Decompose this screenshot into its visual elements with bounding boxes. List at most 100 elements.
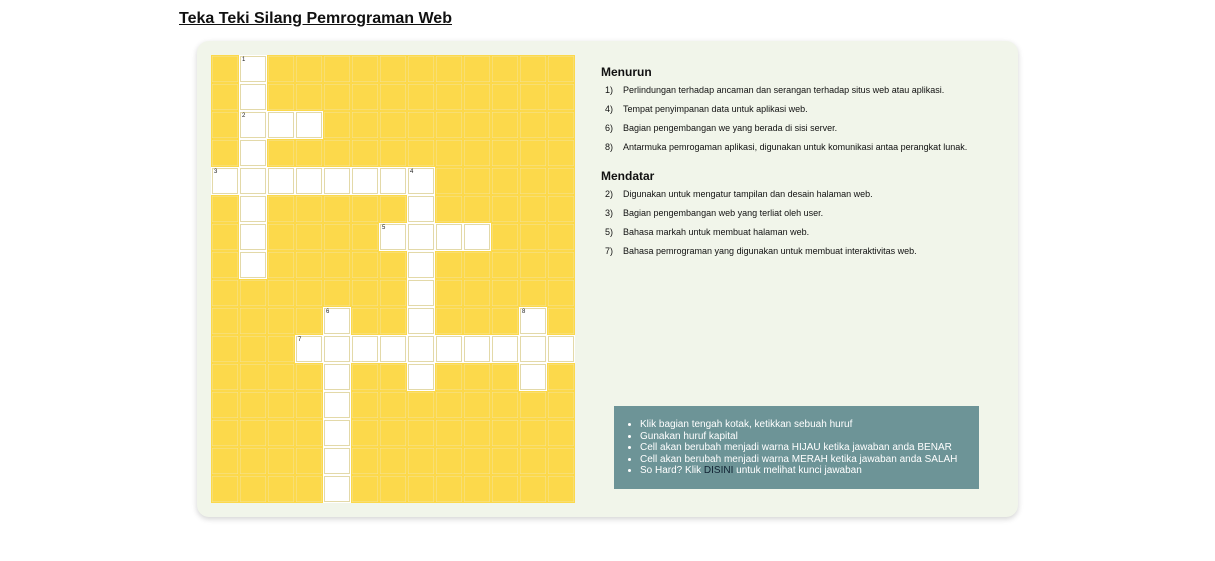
crossword-cell-blocked (463, 279, 491, 307)
crossword-cell-input[interactable] (323, 167, 351, 195)
crossword-cell-blocked (463, 391, 491, 419)
crossword-cell-blocked (547, 391, 575, 419)
crossword-cell-blocked (211, 475, 239, 503)
crossword-cell-blocked (351, 419, 379, 447)
crossword-cell-input[interactable] (323, 419, 351, 447)
crossword-cell-blocked (211, 419, 239, 447)
crossword-cell-input[interactable] (239, 223, 267, 251)
crossword-cell-blocked (211, 83, 239, 111)
crossword-cell-blocked (295, 307, 323, 335)
crossword-cell-input[interactable] (351, 335, 379, 363)
crossword-cell-blocked (519, 167, 547, 195)
crossword-cell-blocked (379, 279, 407, 307)
crossword-cell-input[interactable] (379, 167, 407, 195)
crossword-cell-input[interactable] (407, 335, 435, 363)
crossword-cell-blocked (519, 55, 547, 83)
clue-text: Bagian pengembangan web yang terliat ole… (623, 208, 824, 218)
crossword-cell-blocked (351, 363, 379, 391)
crossword-cell-blocked (267, 83, 295, 111)
answer-key-link[interactable]: DISINI (704, 465, 733, 476)
crossword-cell-input[interactable] (463, 335, 491, 363)
crossword-cell-blocked (519, 195, 547, 223)
crossword-cell-blocked (239, 475, 267, 503)
crossword-cell-input[interactable] (323, 447, 351, 475)
crossword-cell-input[interactable] (267, 167, 295, 195)
crossword-cell-input[interactable] (323, 335, 351, 363)
crossword-cell-blocked (547, 475, 575, 503)
crossword-cell-input[interactable] (519, 363, 547, 391)
crossword-cell-input[interactable] (323, 391, 351, 419)
crossword-cell-blocked (211, 223, 239, 251)
crossword-cell-input[interactable]: 7 (295, 335, 323, 363)
crossword-cell-blocked (379, 83, 407, 111)
crossword-cell-input[interactable] (323, 363, 351, 391)
crossword-cell-blocked (491, 447, 519, 475)
down-clue-1: 1) Perlindungan terhadap ancaman dan ser… (601, 85, 1001, 95)
crossword-cell-input[interactable] (463, 223, 491, 251)
clue-text: Tempat penyimpanan data untuk aplikasi w… (623, 104, 808, 114)
clue-number-label: 7 (298, 337, 302, 343)
clue-text: Antarmuka pemrogaman aplikasi, digunakan… (623, 142, 968, 152)
crossword-cell-input[interactable] (295, 111, 323, 139)
crossword-cell-blocked (435, 167, 463, 195)
crossword-cell-blocked (547, 111, 575, 139)
crossword-cell-blocked (463, 55, 491, 83)
clue-text: Digunakan untuk mengatur tampilan dan de… (623, 189, 873, 199)
crossword-cell-input[interactable]: 5 (379, 223, 407, 251)
crossword-cell-blocked (379, 139, 407, 167)
crossword-cell-input[interactable] (407, 195, 435, 223)
crossword-cell-input[interactable] (267, 111, 295, 139)
crossword-cell-blocked (351, 223, 379, 251)
crossword-cell-input[interactable]: 2 (239, 111, 267, 139)
clue-number-label: 2 (242, 113, 246, 119)
crossword-cell-input[interactable] (239, 167, 267, 195)
crossword-cell-input[interactable] (407, 307, 435, 335)
crossword-cell-input[interactable]: 1 (239, 55, 267, 83)
crossword-cell-input[interactable] (407, 279, 435, 307)
crossword-cell-input[interactable] (239, 83, 267, 111)
crossword-cell-input[interactable]: 6 (323, 307, 351, 335)
crossword-cell-blocked (267, 475, 295, 503)
crossword-cell-input[interactable] (239, 195, 267, 223)
crossword-cell-blocked (211, 307, 239, 335)
crossword-cell-input[interactable] (407, 363, 435, 391)
crossword-cell-input[interactable] (519, 335, 547, 363)
crossword-cell-input[interactable] (491, 335, 519, 363)
crossword-cell-input[interactable] (407, 251, 435, 279)
crossword-cell-input[interactable] (239, 251, 267, 279)
crossword-cell-input[interactable]: 3 (211, 167, 239, 195)
crossword-cell-blocked (239, 419, 267, 447)
down-clue-8: 8) Antarmuka pemrogaman aplikasi, diguna… (601, 142, 1001, 152)
crossword-cell-blocked (267, 223, 295, 251)
crossword-cell-input[interactable] (323, 475, 351, 503)
crossword-cell-blocked (491, 363, 519, 391)
crossword-cell-blocked (211, 251, 239, 279)
page-title: Teka Teki Silang Pemrograman Web (179, 10, 452, 27)
crossword-cell-input[interactable]: 4 (407, 167, 435, 195)
crossword-cell-blocked (547, 223, 575, 251)
crossword-cell-input[interactable] (407, 223, 435, 251)
crossword-cell-input[interactable] (547, 335, 575, 363)
crossword-cell-input[interactable] (379, 335, 407, 363)
clue-number: 3) (605, 208, 614, 218)
crossword-cell-input[interactable] (435, 223, 463, 251)
crossword-cell-blocked (295, 195, 323, 223)
crossword-cell-input[interactable] (351, 167, 379, 195)
crossword-cell-blocked (491, 223, 519, 251)
crossword-cell-blocked (463, 419, 491, 447)
crossword-cell-blocked (211, 279, 239, 307)
crossword-cell-blocked (491, 419, 519, 447)
crossword-cell-blocked (435, 279, 463, 307)
crossword-cell-blocked (323, 55, 351, 83)
crossword-cell-input[interactable] (239, 139, 267, 167)
clue-text: Bahasa markah untuk membuat halaman web. (623, 227, 810, 237)
crossword-cell-input[interactable] (295, 167, 323, 195)
down-clue-list: 1) Perlindungan terhadap ancaman dan ser… (601, 85, 1001, 152)
crossword-cell-blocked (351, 391, 379, 419)
crossword-cell-blocked (323, 279, 351, 307)
clue-text: Perlindungan terhadap ancaman dan serang… (623, 85, 945, 95)
crossword-cell-input[interactable] (435, 335, 463, 363)
clue-number-label: 6 (326, 309, 330, 315)
crossword-cell-input[interactable]: 8 (519, 307, 547, 335)
crossword-cell-blocked (519, 391, 547, 419)
